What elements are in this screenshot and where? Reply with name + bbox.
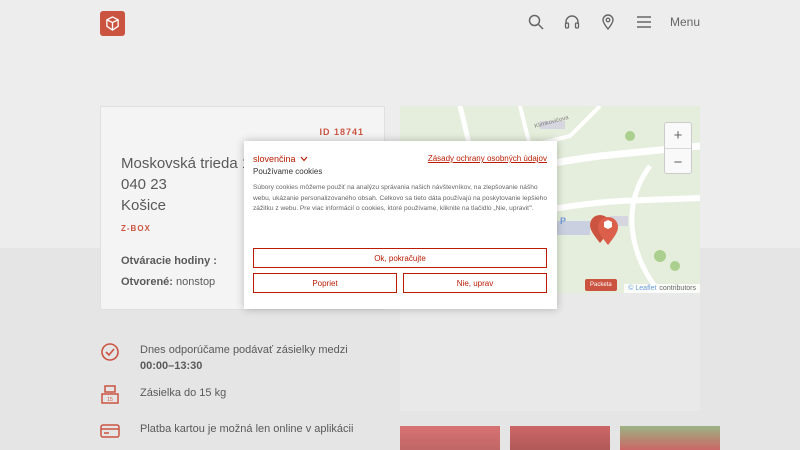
language-label: slovenčina [253,154,296,164]
customize-cookies-button[interactable]: Nie, uprav [403,273,547,293]
language-selector[interactable]: slovenčina [253,154,308,164]
chevron-down-icon [300,156,307,162]
reject-cookies-button[interactable]: Popriet [253,273,397,293]
cookie-consent-dialog: slovenčina Zásady ochrany osobných údajo… [244,141,557,309]
cookie-description: Súbory cookies môžeme použiť na analýzu … [253,184,547,212]
privacy-policy-link[interactable]: Zásady ochrany osobných údajov [428,154,547,163]
accept-cookies-button[interactable]: Ok, pokračujte [253,248,547,268]
cookie-title: Používame cookies [253,167,323,176]
